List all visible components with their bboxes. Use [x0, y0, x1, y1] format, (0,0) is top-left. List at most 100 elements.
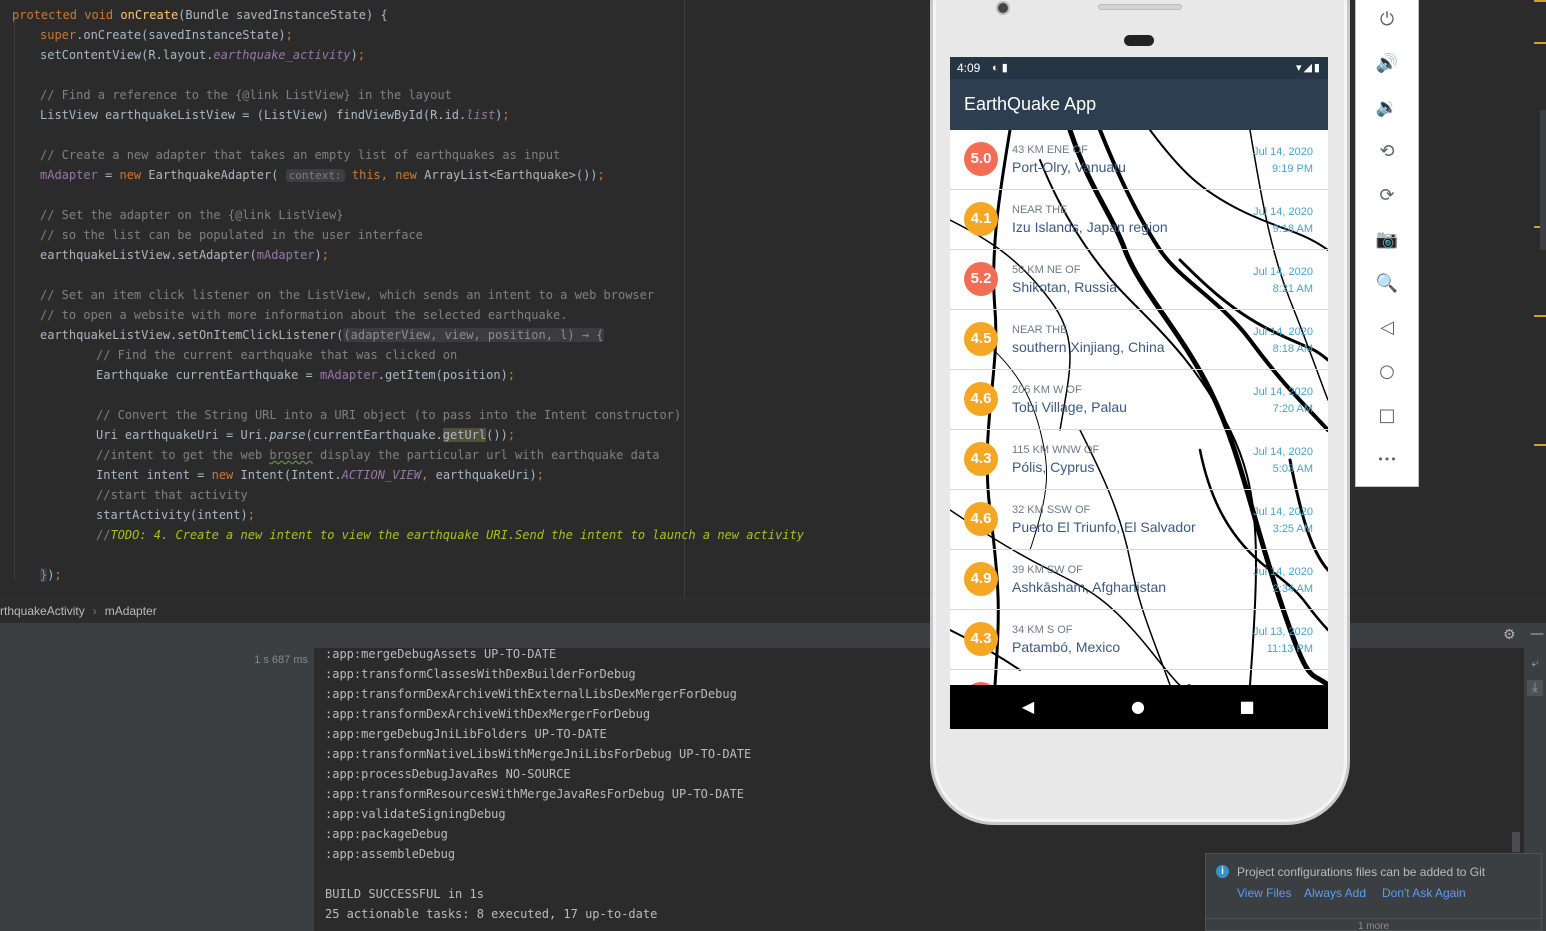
quake-time: 5:03 AM [1272, 463, 1313, 475]
quake-date: Jul 14, 2020 [1253, 506, 1313, 518]
view-files-link[interactable]: View Files [1237, 886, 1291, 900]
code-token: .onCreate(savedInstanceState) [76, 28, 286, 42]
build-output-line: :app:assembleDebug [325, 847, 456, 861]
code-line[interactable]: startActivity(intent); [96, 505, 255, 525]
code-line[interactable]: //intent to get the web broser display t… [96, 445, 660, 465]
code-token: ; [507, 368, 516, 382]
editor-scrollbar[interactable] [1540, 110, 1546, 250]
code-line[interactable]: //TODO: 4. Create a new intent to view t… [96, 525, 804, 545]
code-token: protected void [12, 8, 121, 22]
earthquake-list-item[interactable]: 4.1 NEAR THE Izu Islands, Japan region Jul … [950, 190, 1328, 250]
earpiece [1098, 4, 1182, 10]
magnitude-circle: 4.3 [964, 622, 998, 656]
quake-date: Jul 13, 2020 [1253, 626, 1313, 638]
code-line[interactable]: protected void onCreate(Bundle savedInst… [12, 5, 388, 25]
code-line[interactable]: // Find a reference to the {@link ListVi… [40, 85, 452, 105]
code-line[interactable]: Earthquake currentEarthquake = mAdapter.… [96, 365, 515, 385]
earthquake-list-item[interactable] [950, 670, 1328, 685]
code-line[interactable]: Uri earthquakeUri = Uri.parse(currentEar… [96, 425, 515, 445]
code-token: display the particular url with earthqua… [312, 448, 660, 462]
breadcrumb-member[interactable]: mAdapter [105, 599, 157, 623]
zoom-icon[interactable]: 🔍 [1356, 269, 1418, 299]
earthquake-list[interactable]: 5.0 43 KM ENE OF Port-Olry, Vanuatu Jul 14,… [950, 130, 1328, 685]
code-line[interactable]: // Set the adapter on the {@link ListVie… [40, 205, 343, 225]
code-line[interactable]: // Convert the String URL into a URI obj… [96, 405, 681, 425]
build-tree[interactable]: 1 s 687 ms [0, 648, 314, 931]
location-offset: 34 KM S OF [1012, 624, 1073, 636]
build-output-line: :app:processDebugJavaRes NO-SOURCE [325, 767, 571, 781]
gutter-marker[interactable] [1534, 444, 1546, 446]
primary-location: Puerto El Triunfo, El Salvador [1012, 519, 1196, 535]
earthquake-list-item[interactable]: 4.6 206 KM W OF Tobi Village, Palau Jul 14,… [950, 370, 1328, 430]
code-line[interactable]: // to open a website with more informati… [40, 305, 567, 325]
code-line[interactable]: // Set an item click listener on the Lis… [40, 285, 654, 305]
code-token: //intent to get the web [96, 448, 270, 462]
always-add-link[interactable]: Always Add [1304, 886, 1366, 900]
git-notification[interactable]: i Project configurations files can be ad… [1205, 853, 1542, 931]
power-icon[interactable]: ⏻ [1356, 5, 1418, 35]
minimize-icon[interactable]: — [1530, 626, 1544, 642]
breadcrumb-class[interactable]: rthquakeActivity [0, 599, 85, 623]
device-screen[interactable]: 4:09 ◐ ▮ ▾◢▮ EarthQuake App 5.0 43 KM EN… [950, 57, 1328, 729]
nav-home-icon[interactable]: ● [1118, 685, 1158, 729]
build-output-line: :app:transformClassesWithDexBuilderForDe… [325, 667, 636, 681]
nav-recents-icon[interactable]: ■ [1227, 685, 1267, 729]
code-line[interactable]: // Create a new adapter that takes an em… [40, 145, 560, 165]
earthquake-list-item[interactable]: 5.2 50 KM NE OF Shikotan, Russia Jul 14, 20… [950, 250, 1328, 310]
code-token: Intent intent = [96, 468, 212, 482]
code-token: TODO: 4. Create a new intent to view the… [110, 528, 805, 542]
code-line[interactable]: super.onCreate(savedInstanceState); [40, 25, 293, 45]
code-line[interactable]: }); [40, 565, 62, 585]
build-output-line: :app:packageDebug [325, 827, 448, 841]
signal-battery-icons: ▾◢▮ [1295, 62, 1322, 74]
primary-location: Shikotan, Russia [1012, 279, 1118, 295]
more-icon[interactable]: ••• [1356, 445, 1418, 475]
overview-icon[interactable]: □ [1356, 401, 1418, 431]
code-line[interactable]: setContentView(R.layout.earthquake_activ… [40, 45, 365, 65]
code-line[interactable]: Intent intent = new Intent(Intent.ACTION… [96, 465, 544, 485]
soft-wrap-icon[interactable]: ⤶ [1527, 656, 1543, 672]
earthquake-list-item[interactable]: 4.5 NEAR THE southern Xinjiang, China Jul 1… [950, 310, 1328, 370]
code-line[interactable]: // so the list can be populated in the u… [40, 225, 423, 245]
code-line[interactable]: // Find the current earthquake that was … [96, 345, 457, 365]
earthquake-list-item[interactable]: 5.0 43 KM ENE OF Port-Olry, Vanuatu Jul 14,… [950, 130, 1328, 190]
gutter-marker[interactable] [1534, 42, 1546, 44]
notification-message: Project configurations files can be adde… [1237, 865, 1486, 879]
earthquake-list-item[interactable]: 4.3 34 KM S OF Patambó, Mexico Jul 13, 2020… [950, 610, 1328, 670]
rotate-right-icon[interactable]: ⟳ [1356, 181, 1418, 211]
navigation-bar: ◀ ● ■ [950, 685, 1328, 729]
code-token: ) [350, 48, 358, 62]
volume-down-icon[interactable]: 🔉 [1356, 93, 1418, 123]
quake-time: 8:21 AM [1272, 283, 1313, 295]
code-token: // Convert the String URL into a URI obj… [96, 408, 682, 422]
console-scrollbar[interactable] [1512, 832, 1520, 852]
app-bar: EarthQuake App [950, 79, 1328, 130]
code-line[interactable]: ListView earthquakeListView = (ListView)… [40, 105, 510, 125]
home-icon[interactable]: ○ [1356, 357, 1418, 387]
code-line[interactable]: //start that activity [96, 485, 248, 505]
earthquake-list-item[interactable]: 4.9 39 KM SW OF Ashkāsham, Afghanistan Jul … [950, 550, 1328, 610]
code-token: //start that activity [96, 488, 248, 502]
code-line[interactable]: mAdapter = new EarthquakeAdapter( contex… [40, 165, 605, 185]
code-token: earthquake_activity [213, 48, 351, 62]
gutter-marker[interactable] [1534, 0, 1546, 2]
scroll-to-end-icon[interactable]: ⤓ [1527, 680, 1543, 696]
back-icon[interactable]: ◁ [1356, 313, 1418, 343]
code-line[interactable]: earthquakeListView.setOnItemClickListene… [40, 325, 604, 345]
gutter-marker[interactable] [1534, 315, 1546, 317]
more-notifications[interactable]: 1 more [1206, 918, 1541, 931]
magnitude-circle: 5.0 [964, 142, 998, 176]
build-output-line: :app:mergeDebugJniLibFolders UP-TO-DATE [325, 727, 607, 741]
code-token: list [466, 108, 496, 122]
earthquake-list-item[interactable]: 4.6 32 KM SSW OF Puerto El Triunfo, El Sal… [950, 490, 1328, 550]
speaker [1124, 35, 1154, 46]
code-token: broser [269, 448, 313, 462]
volume-up-icon[interactable]: 🔊 [1356, 49, 1418, 79]
earthquake-list-item[interactable]: 4.3 115 KM WNW OF Pólis, Cyprus Jul 14, 202… [950, 430, 1328, 490]
rotate-left-icon[interactable]: ⟲ [1356, 137, 1418, 167]
dont-ask-again-link[interactable]: Don't Ask Again [1382, 886, 1466, 900]
camera-icon[interactable]: 📷 [1356, 225, 1418, 255]
code-line[interactable]: earthquakeListView.setAdapter(mAdapter); [40, 245, 329, 265]
gear-icon[interactable]: ⚙ [1503, 627, 1516, 643]
nav-back-icon[interactable]: ◀ [1008, 685, 1048, 729]
